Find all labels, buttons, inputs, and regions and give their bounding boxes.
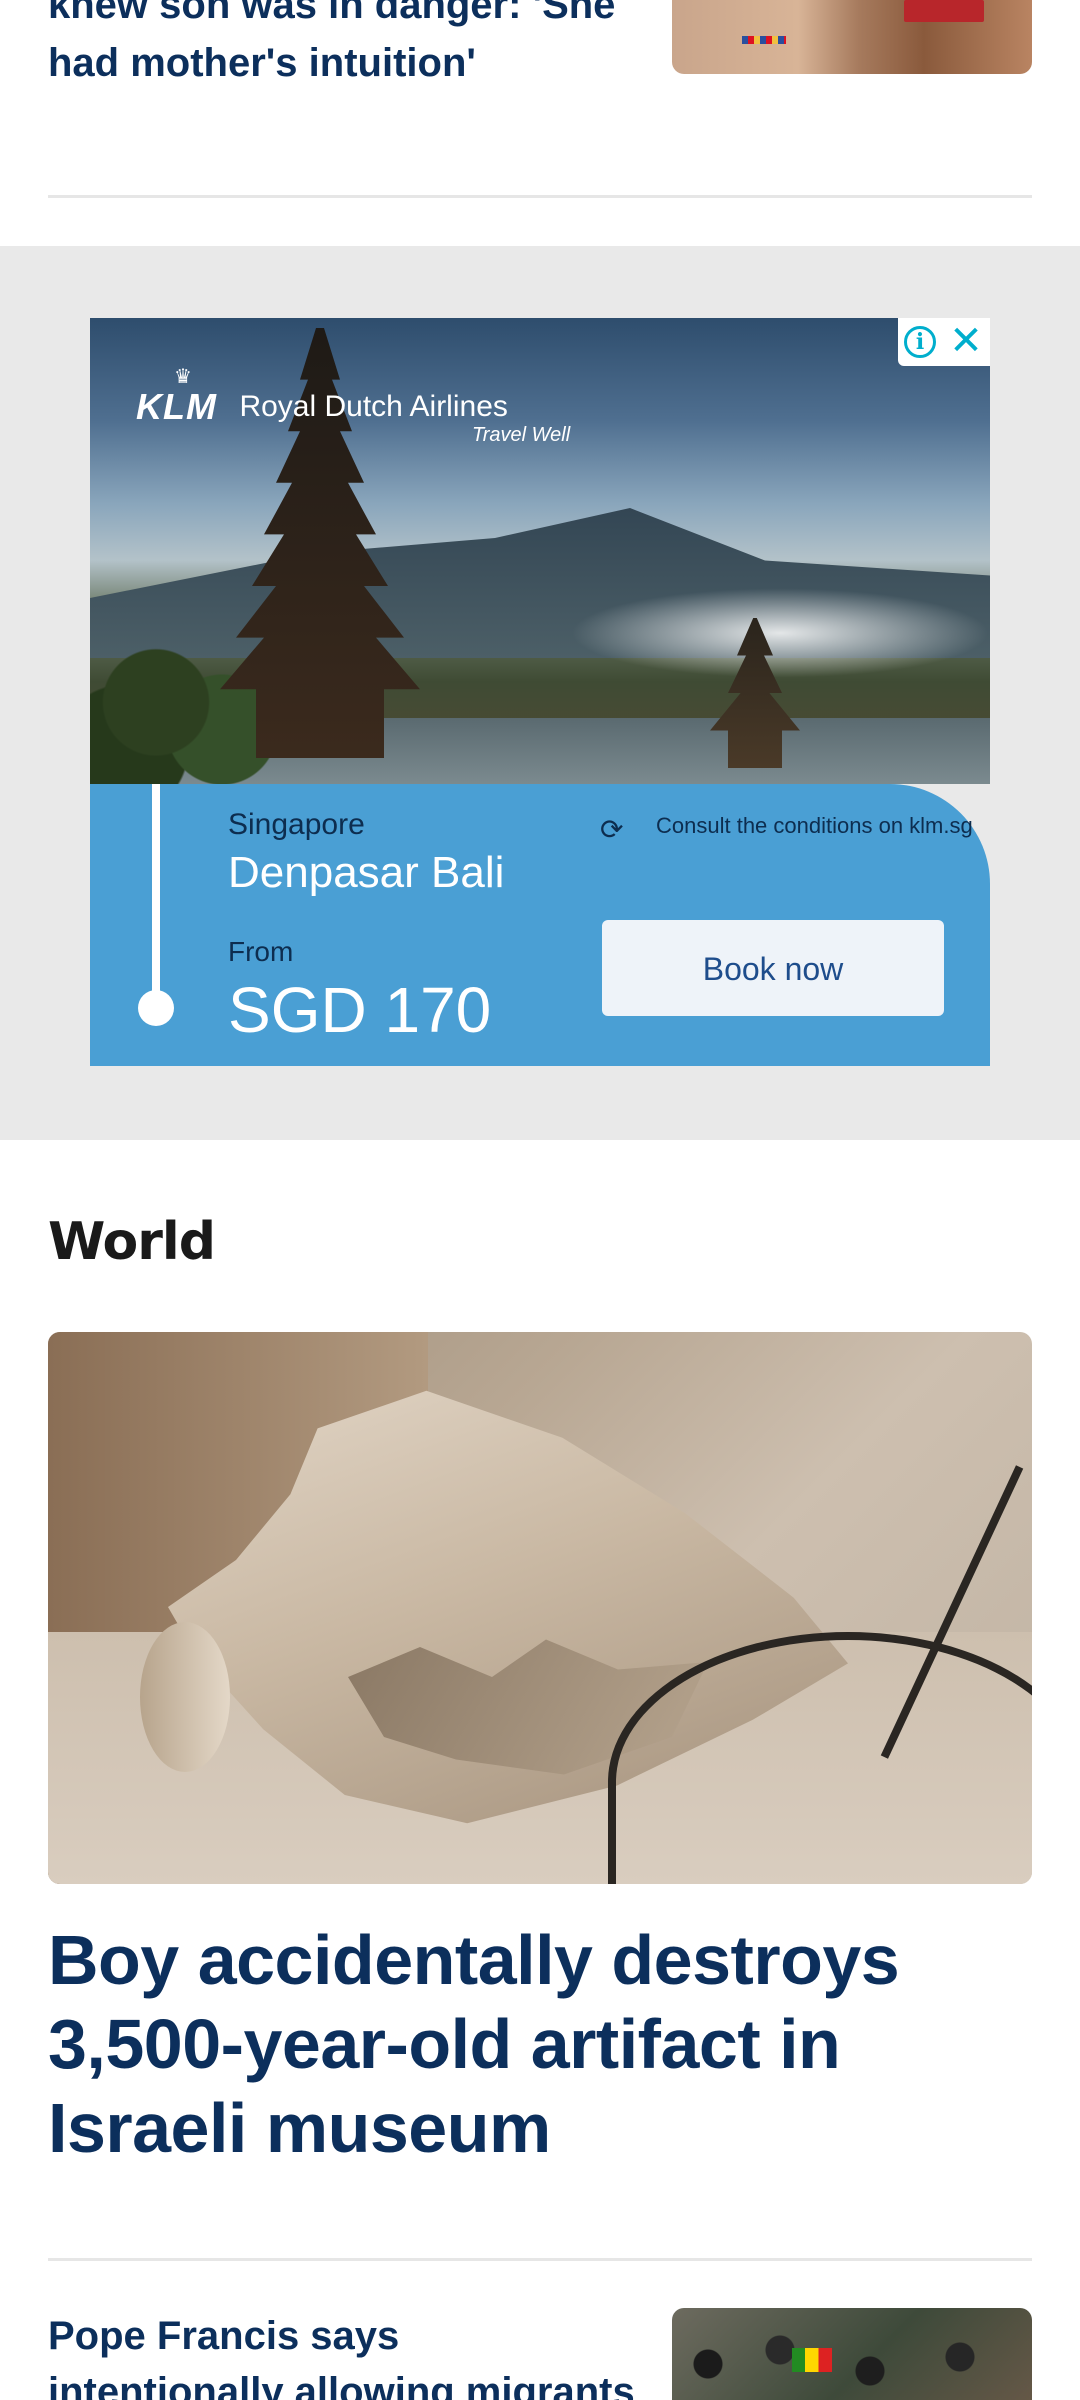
close-icon[interactable]: ✕	[948, 321, 984, 361]
story-divider	[48, 2258, 1032, 2261]
jar-mouth	[140, 1622, 230, 1772]
next-story-thumbnail[interactable]	[672, 2308, 1032, 2400]
klm-logo: ♛ KLM Royal Dutch Airlines Travel Well	[136, 366, 571, 447]
ad-from-label: From	[228, 936, 294, 967]
ad-conditions: Consult the conditions on klm.sg	[656, 813, 973, 838]
airline-tagline: Travel Well	[472, 424, 571, 446]
top-story-card[interactable]: knew son was in danger: 'She had mother'…	[48, 0, 1032, 196]
next-story-card[interactable]: Pope Francis says intentionally allowing…	[48, 2308, 1032, 2400]
ad-origin: Singapore	[228, 808, 365, 841]
top-story-thumbnail[interactable]	[672, 0, 1032, 74]
protest-sign-decoration	[904, 0, 984, 22]
hero-story-headline[interactable]: Boy accidentally destroys 3,500-year-old…	[48, 1918, 1032, 2170]
crown-icon: ♛	[174, 366, 192, 388]
ad-photo-mist	[570, 588, 990, 678]
ad-offer-panel[interactable]: Singapore Denpasar Bali From SGD 170 ⟳ C…	[90, 784, 990, 1066]
klm-wordmark: KLM	[136, 386, 217, 427]
info-icon[interactable]: i	[904, 326, 936, 358]
news-feed-page: knew son was in danger: 'She had mother'…	[0, 0, 1080, 2400]
story-divider	[48, 195, 1032, 198]
medal-ribbon-decoration	[742, 36, 786, 44]
top-story-headline[interactable]: knew son was in danger: 'She had mother'…	[48, 0, 638, 92]
ad-controls: i ✕	[898, 318, 990, 366]
route-endpoint-dot	[138, 990, 174, 1026]
ad-destination: Denpasar Bali	[228, 848, 505, 897]
ad-price: SGD 170	[228, 974, 492, 1046]
next-story-headline[interactable]: Pope Francis says intentionally allowing…	[48, 2308, 638, 2400]
book-now-button[interactable]: Book now	[602, 920, 944, 1016]
ad-section: ♛ KLM Royal Dutch Airlines Travel Well i…	[0, 246, 1080, 1140]
airline-name: Royal Dutch Airlines	[239, 390, 508, 423]
ad-photo-bali-temple[interactable]: ♛ KLM Royal Dutch Airlines Travel Well	[90, 318, 990, 784]
section-title-world[interactable]: World	[48, 1212, 216, 1272]
flag-decoration	[792, 2348, 832, 2372]
refresh-icon: ⟳	[600, 814, 624, 845]
hero-story-image[interactable]	[48, 1332, 1032, 1884]
klm-advertisement[interactable]: ♛ KLM Royal Dutch Airlines Travel Well i…	[90, 318, 990, 1066]
route-line	[152, 784, 160, 1002]
